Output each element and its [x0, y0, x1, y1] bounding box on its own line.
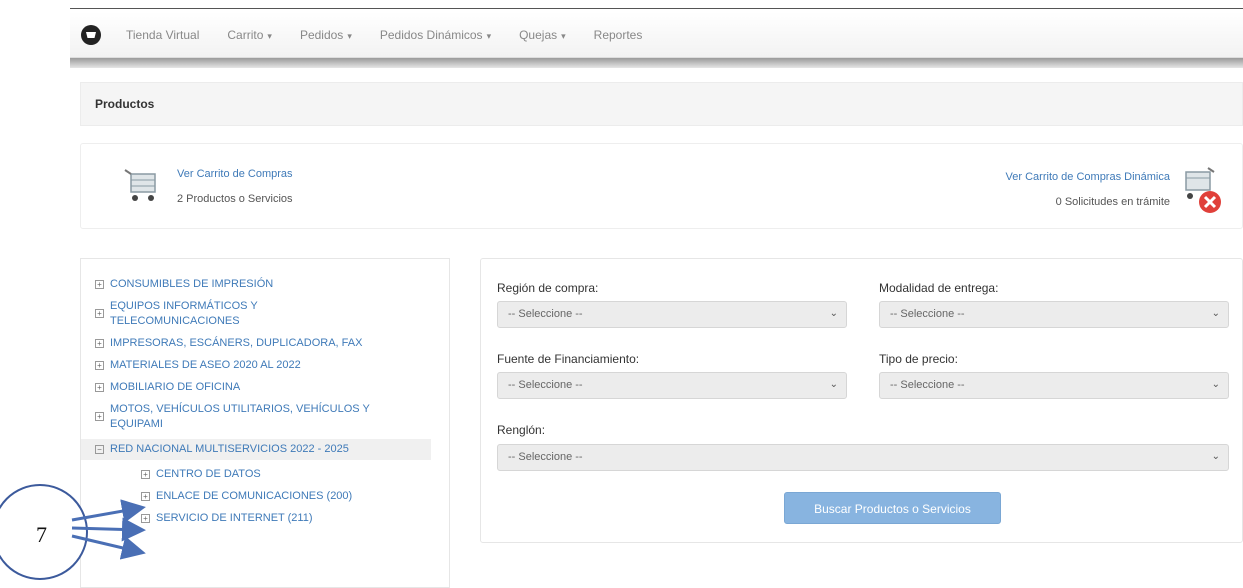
navbar-shadow: [70, 58, 1243, 68]
chevron-down-icon: ⌄: [829, 308, 838, 319]
modalidad-select[interactable]: -- Seleccione -- ⌄: [879, 301, 1229, 328]
search-filters-panel: Región de compra: -- Seleccione -- ⌄ Moda…: [480, 258, 1243, 543]
annotation-arrows: [71, 499, 146, 560]
renglon-label: Renglón:: [497, 423, 546, 437]
cart-summary-panel: Ver Carrito de Compras 2 Productos o Ser…: [80, 143, 1243, 229]
cart-right: Ver Carrito de Compras Dinámica 0 Solici…: [1006, 164, 1224, 214]
top-navbar: Tienda Virtual Carrito ▾ Pedidos ▾ Pedidos…: [70, 12, 1243, 58]
nav-reportes[interactable]: Reportes: [594, 28, 643, 42]
page-title: Productos: [80, 82, 1243, 126]
search-products-button[interactable]: Buscar Productos o Servicios: [784, 492, 1001, 524]
nav-quejas[interactable]: Quejas ▾: [519, 28, 566, 42]
chevron-down-icon: ⌄: [1211, 379, 1220, 390]
region-select[interactable]: -- Seleccione -- ⌄: [497, 301, 847, 328]
modalidad-label: Modalidad de entrega:: [879, 281, 999, 295]
dynamic-cart-cancel-icon[interactable]: [1178, 164, 1224, 214]
top-rule: [70, 8, 1243, 9]
caret-down-icon: ▾: [486, 30, 492, 41]
fuente-select[interactable]: -- Seleccione -- ⌄: [497, 372, 847, 399]
caret-down-icon: ▾: [267, 30, 272, 41]
region-label: Región de compra:: [497, 281, 599, 295]
caret-down-icon: ▾: [347, 30, 352, 41]
dynamic-cart-count: 0 Solicitudes en trámite: [1055, 195, 1170, 208]
annotation-arrow: [71, 499, 146, 523]
fuente-label: Fuente de Financiamiento:: [497, 352, 640, 366]
caret-down-icon: ▾: [561, 30, 566, 41]
chevron-down-icon: ⌄: [1211, 308, 1220, 319]
chevron-down-icon: ⌄: [1211, 451, 1220, 462]
precio-label: Tipo de precio:: [879, 352, 958, 366]
annotation-arrow: [71, 517, 146, 542]
renglon-select[interactable]: -- Seleccione -- ⌄: [497, 444, 1229, 471]
view-dynamic-cart-link[interactable]: Ver Carrito de Compras Dinámica: [1006, 171, 1170, 183]
precio-select[interactable]: -- Seleccione -- ⌄: [879, 372, 1229, 399]
nav-carrito[interactable]: Carrito ▾: [227, 28, 272, 42]
annotation-arrow: [71, 534, 146, 560]
chevron-down-icon: ⌄: [829, 379, 838, 390]
nav-pedidos-dinamicos[interactable]: Pedidos Dinámicos ▾: [380, 28, 491, 42]
nav-pedidos[interactable]: Pedidos ▾: [300, 28, 352, 42]
